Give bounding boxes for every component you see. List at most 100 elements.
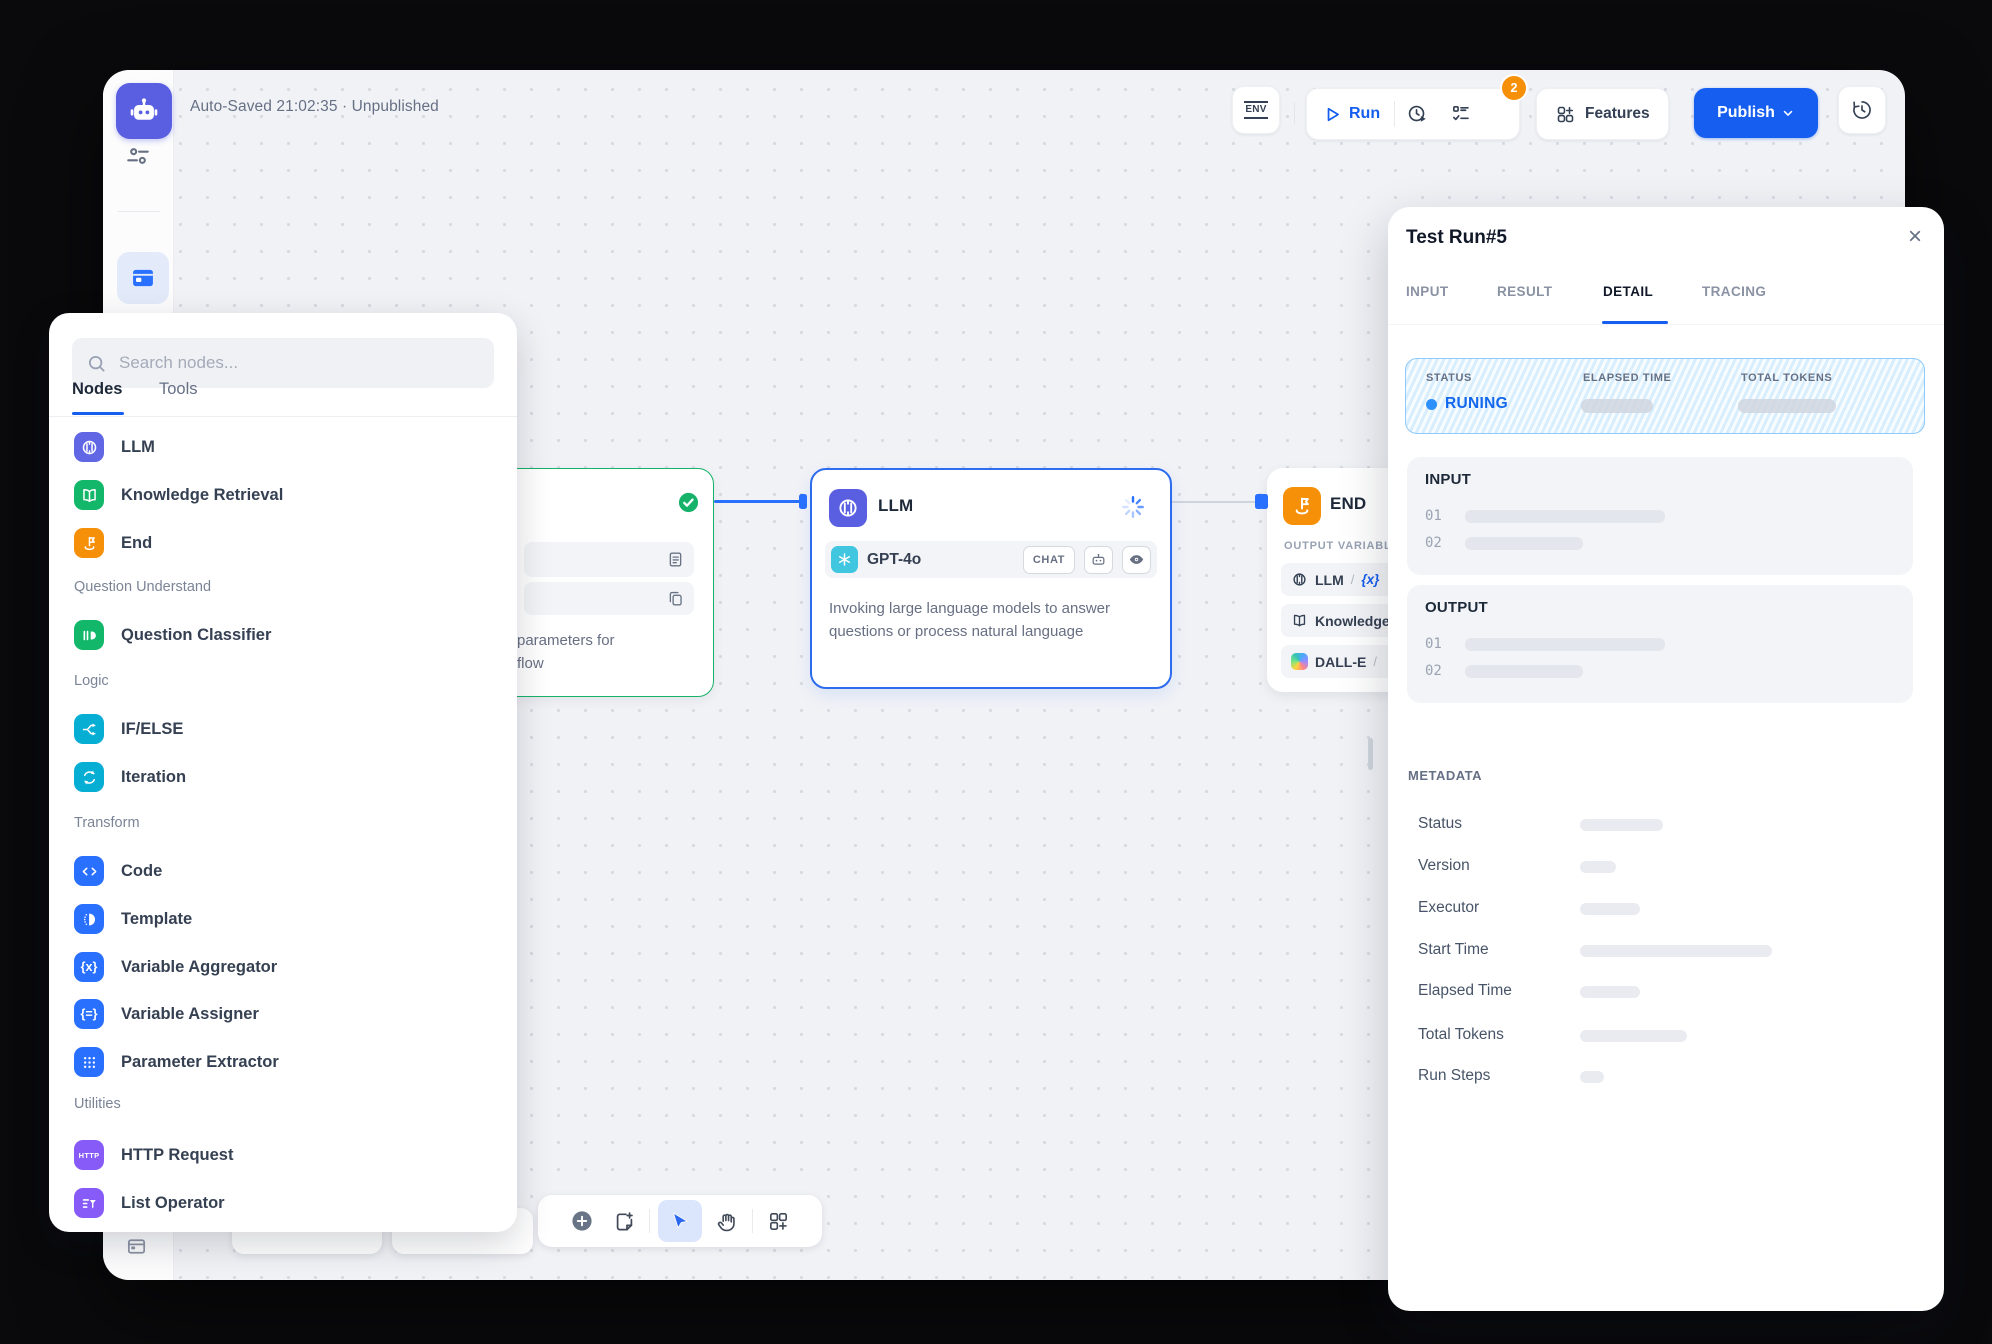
copy-icon bbox=[666, 589, 685, 608]
dalle-icon bbox=[1291, 653, 1308, 670]
openai-icon bbox=[831, 546, 858, 573]
app-logo[interactable] bbox=[116, 83, 172, 139]
meta-row-label: Executor bbox=[1418, 899, 1479, 917]
node-item-http-request[interactable]: HTTP HTTP Request bbox=[49, 1131, 517, 1179]
features-button[interactable]: Features bbox=[1536, 88, 1669, 140]
run-history-button[interactable] bbox=[1395, 103, 1439, 125]
sidebar-divider bbox=[118, 211, 160, 212]
node-item-iteration[interactable]: Iteration bbox=[49, 753, 517, 801]
hand-icon bbox=[716, 1210, 739, 1233]
node-item-label: Knowledge Retrieval bbox=[121, 486, 283, 505]
run-button-group: Run bbox=[1306, 88, 1520, 140]
tabs-divider bbox=[1388, 324, 1944, 325]
hand-mode-button[interactable] bbox=[710, 1202, 744, 1240]
test-run-panel: Test Run#5 × INPUT RESULT DETAIL TRACING… bbox=[1388, 207, 1944, 1311]
node-item-list-operator[interactable]: List Operator bbox=[49, 1179, 517, 1227]
skeleton-bar bbox=[1580, 819, 1663, 831]
sliders-button[interactable] bbox=[124, 142, 152, 170]
node-item-variable-assigner[interactable]: {=} Variable Assigner bbox=[49, 990, 517, 1038]
vision-badge bbox=[1122, 546, 1151, 574]
row-number: 01 bbox=[1425, 636, 1442, 652]
code-icon bbox=[74, 856, 104, 886]
meta-row-label: Run Steps bbox=[1418, 1067, 1490, 1085]
env-button[interactable]: ENV bbox=[1232, 86, 1280, 134]
skeleton-bar bbox=[1580, 903, 1640, 915]
skeleton-bar bbox=[1738, 399, 1836, 413]
row-number: 01 bbox=[1425, 508, 1442, 524]
publish-button[interactable]: Publish bbox=[1694, 88, 1818, 138]
start-node-description: parameters for flow bbox=[517, 629, 707, 675]
panel-resize-handle[interactable] bbox=[1368, 738, 1373, 770]
parameter-extractor-icon bbox=[74, 1047, 104, 1077]
node-item-label: IF/ELSE bbox=[121, 720, 183, 739]
node-item-variable-aggregator[interactable]: {x} Variable Aggregator bbox=[49, 943, 517, 991]
node-item-knowledge-retrieval[interactable]: Knowledge Retrieval bbox=[49, 471, 517, 519]
node-item-label: Variable Assigner bbox=[121, 1005, 259, 1024]
version-history-button[interactable] bbox=[1838, 86, 1886, 134]
panel-title: Test Run#5 bbox=[1406, 227, 1507, 249]
close-icon[interactable]: × bbox=[1908, 225, 1922, 249]
skeleton-bar bbox=[1580, 1071, 1604, 1083]
chat-mode-tag: CHAT bbox=[1023, 546, 1075, 574]
tab-tools[interactable]: Tools bbox=[159, 380, 198, 399]
node-item-code[interactable]: Code bbox=[49, 847, 517, 895]
cursor-icon bbox=[669, 1210, 691, 1232]
skeleton-bar bbox=[1580, 945, 1772, 957]
node-item-template[interactable]: Template bbox=[49, 895, 517, 943]
elapsed-label: ELAPSED TIME bbox=[1583, 372, 1672, 384]
llm-node[interactable]: LLM GPT-4o CHAT Invok bbox=[810, 468, 1172, 689]
book-mini-icon bbox=[1291, 612, 1308, 629]
edge-handle[interactable] bbox=[1260, 494, 1268, 509]
output-card: OUTPUT 01 02 bbox=[1407, 585, 1913, 703]
search-input[interactable] bbox=[117, 352, 480, 374]
node-panel-toggle[interactable] bbox=[117, 252, 169, 304]
node-item-label: Question Classifier bbox=[121, 626, 271, 645]
node-item-label: Iteration bbox=[121, 768, 186, 787]
checklist-badge: 2 bbox=[1500, 74, 1528, 102]
llm-mini-icon bbox=[1291, 571, 1308, 588]
pointer-mode-button[interactable] bbox=[658, 1200, 702, 1242]
node-item-llm[interactable]: LLM bbox=[49, 423, 517, 471]
end-node-icon bbox=[1283, 487, 1321, 525]
tab-tracing[interactable]: TRACING bbox=[1702, 284, 1766, 299]
model-name: GPT-4o bbox=[867, 551, 1014, 569]
topbar-divider bbox=[1294, 102, 1295, 124]
add-node-button[interactable] bbox=[565, 1202, 599, 1240]
skeleton-bar bbox=[1465, 510, 1665, 523]
meta-row-label: Version bbox=[1418, 857, 1470, 875]
node-item-end[interactable]: End bbox=[49, 519, 517, 567]
organize-blocks-button[interactable] bbox=[761, 1202, 795, 1240]
tab-result[interactable]: RESULT bbox=[1497, 284, 1552, 299]
node-item-label: Code bbox=[121, 862, 162, 881]
node-item-parameter-extractor[interactable]: Parameter Extractor bbox=[49, 1038, 517, 1086]
checklist-button[interactable] bbox=[1439, 103, 1483, 125]
canvas-toolbar bbox=[538, 1195, 822, 1247]
model-selector[interactable]: GPT-4o CHAT bbox=[825, 541, 1157, 578]
running-dot-icon bbox=[1426, 399, 1437, 410]
node-section-question-understand: Question Understand bbox=[74, 579, 211, 595]
search-box bbox=[72, 338, 494, 388]
tab-input[interactable]: INPUT bbox=[1406, 284, 1449, 299]
node-item-if-else[interactable]: IF/ELSE bbox=[49, 705, 517, 753]
tab-detail[interactable]: DETAIL bbox=[1603, 284, 1653, 299]
iteration-icon bbox=[74, 762, 104, 792]
success-check-icon bbox=[677, 491, 700, 514]
document-icon bbox=[666, 550, 685, 569]
chevron-down-icon bbox=[1781, 106, 1795, 120]
tab-nodes[interactable]: Nodes bbox=[72, 380, 122, 399]
llm-icon bbox=[74, 432, 104, 462]
start-node-field[interactable] bbox=[524, 542, 694, 577]
loading-spinner-icon bbox=[1120, 494, 1146, 520]
screen: Auto-Saved 21:02:35 · Unpublished ENV Ru… bbox=[0, 0, 1992, 1344]
list-operator-icon bbox=[74, 1188, 104, 1218]
node-item-question-classifier[interactable]: Question Classifier bbox=[49, 611, 517, 659]
edge-handle[interactable] bbox=[799, 494, 807, 509]
node-item-label: End bbox=[121, 534, 152, 553]
llm-node-title: LLM bbox=[878, 496, 913, 516]
run-button[interactable]: Run bbox=[1307, 105, 1394, 124]
node-item-label: HTTP Request bbox=[121, 1146, 233, 1165]
start-node-field[interactable] bbox=[524, 582, 694, 615]
node-section-utilities: Utilities bbox=[74, 1096, 121, 1112]
minimap-toggle[interactable] bbox=[124, 1234, 148, 1258]
add-note-button[interactable] bbox=[607, 1202, 641, 1240]
